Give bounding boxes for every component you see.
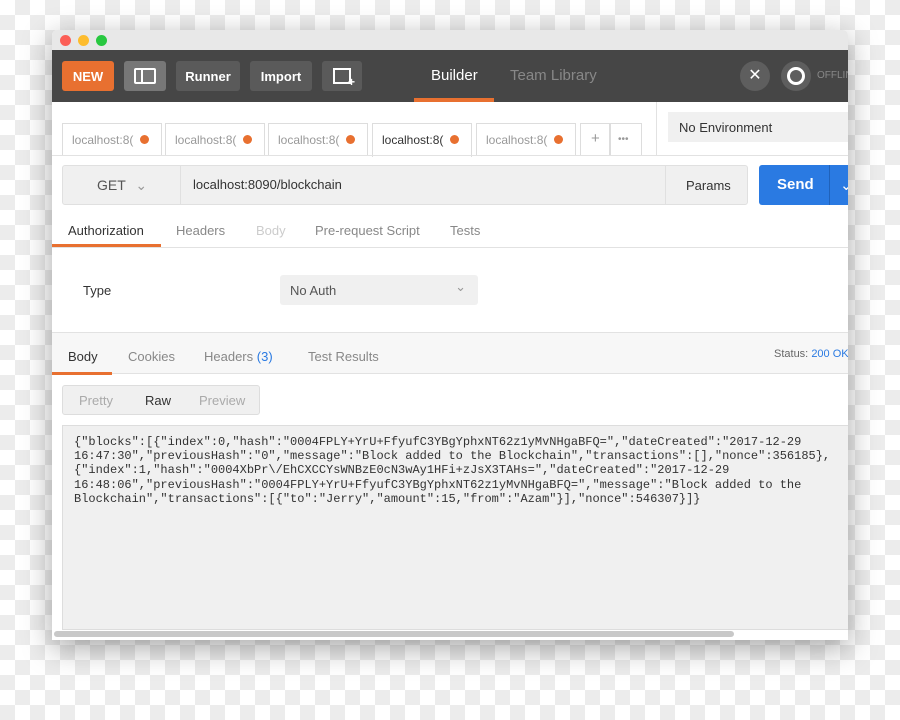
new-button[interactable]: NEW	[62, 61, 114, 91]
tab-label: localhost:8(	[278, 133, 340, 147]
divider	[52, 247, 848, 248]
divider	[52, 155, 848, 156]
postman-window: NEW Runner Import + Builder Team Library…	[52, 30, 848, 640]
request-tab-active[interactable]: localhost:8(	[372, 123, 472, 157]
add-tab-button[interactable]: +	[580, 123, 610, 155]
url-input[interactable]: localhost:8090/blockchain	[193, 177, 342, 192]
sidebar-toggle-button[interactable]	[124, 61, 166, 91]
tab-pre-request-script[interactable]: Pre-request Script	[315, 223, 420, 238]
tab-team-library[interactable]: Team Library	[510, 67, 597, 84]
request-tab[interactable]: localhost:8(	[62, 123, 162, 155]
view-mode-toggle: Pretty Raw Preview	[62, 385, 260, 415]
auth-type-value: No Auth	[290, 283, 337, 298]
method-select[interactable]: GET ⌄	[63, 166, 181, 204]
chevron-down-icon: ⌄	[135, 177, 148, 193]
url-bar: GET ⌄ localhost:8090/blockchain Params	[62, 165, 748, 205]
tab-cookies[interactable]: Cookies	[128, 349, 175, 364]
request-tab[interactable]: localhost:8(	[476, 123, 576, 155]
auth-type-label: Type	[83, 283, 112, 298]
tab-test-results[interactable]: Test Results	[308, 349, 379, 364]
tab-authorization[interactable]: Authorization	[68, 223, 144, 238]
method-label: GET	[97, 177, 126, 193]
import-button[interactable]: Import	[250, 61, 312, 91]
environment-select[interactable]: No Environment	[668, 112, 848, 142]
title-bar	[52, 30, 848, 50]
horizontal-scrollbar[interactable]	[54, 631, 734, 637]
response-body[interactable]: {"blocks":[{"index":0,"hash":"0004FPLY+Y…	[62, 425, 848, 630]
unsaved-dot	[140, 135, 149, 144]
view-raw[interactable]: Raw	[145, 393, 171, 408]
response-status: Status: 200 OK	[774, 348, 848, 360]
unsaved-dot	[346, 135, 355, 144]
divider	[656, 102, 657, 156]
tab-builder[interactable]: Builder	[431, 67, 478, 84]
request-tab[interactable]: localhost:8(	[268, 123, 368, 155]
runner-button[interactable]: Runner	[176, 61, 240, 91]
view-preview[interactable]: Preview	[199, 393, 245, 408]
view-pretty[interactable]: Pretty	[79, 393, 113, 408]
close-window-button[interactable]	[60, 35, 71, 46]
tab-headers[interactable]: Headers	[176, 223, 225, 238]
send-label: Send	[777, 176, 814, 193]
headers-label: Headers	[204, 349, 254, 364]
headers-count: (3)	[256, 349, 273, 364]
tab-response-headers[interactable]: Headers (3)	[204, 349, 273, 364]
chevron-down-icon: ⌄	[455, 279, 466, 294]
response-tabs: Body Cookies Headers (3) Test Results St…	[52, 332, 848, 375]
offline-label: OFFLINE	[817, 70, 848, 81]
unsaved-dot	[554, 135, 563, 144]
auth-type-select[interactable]: No Auth ⌄	[280, 275, 478, 305]
maximize-window-button[interactable]	[96, 35, 107, 46]
status-label: Status:	[774, 348, 809, 360]
new-window-icon: +	[333, 68, 355, 89]
tab-label: localhost:8(	[175, 133, 237, 147]
tab-body[interactable]: Body	[256, 223, 286, 238]
status-value: 200 OK	[811, 348, 848, 360]
unsaved-dot	[450, 135, 459, 144]
sync-icon[interactable]: ✕	[740, 61, 770, 91]
tab-tests[interactable]: Tests	[450, 223, 480, 238]
sidebar-icon	[134, 68, 156, 84]
unsaved-dot	[243, 135, 252, 144]
minimize-window-button[interactable]	[78, 35, 89, 46]
new-window-button[interactable]: +	[322, 61, 362, 91]
more-tabs-button[interactable]: •••	[610, 123, 642, 155]
tab-label: localhost:8(	[382, 133, 444, 147]
params-button[interactable]: Params	[665, 166, 749, 204]
status-icon[interactable]	[781, 61, 811, 91]
active-tab-indicator	[52, 372, 112, 375]
tab-label: localhost:8(	[486, 133, 548, 147]
app-header: NEW Runner Import + Builder Team Library…	[52, 50, 848, 102]
request-tab[interactable]: localhost:8(	[165, 123, 265, 155]
send-button[interactable]: Send ⌄	[759, 165, 848, 205]
tab-response-body[interactable]: Body	[68, 349, 98, 364]
tab-label: localhost:8(	[72, 133, 134, 147]
request-tabs: localhost:8( localhost:8( localhost:8( l…	[52, 102, 656, 157]
send-dropdown-icon[interactable]: ⌄	[829, 165, 848, 205]
